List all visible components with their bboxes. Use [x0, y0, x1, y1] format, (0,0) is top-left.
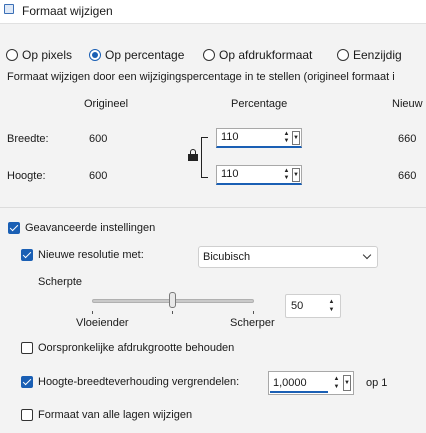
- radio-op-afdrukformaat[interactable]: Op afdrukformaat: [203, 48, 312, 62]
- checkbox-checked: [8, 222, 20, 234]
- radio-label: Op percentage: [105, 48, 185, 62]
- sharpness-slider-thumb[interactable]: [169, 292, 176, 308]
- ratio-link-bracket: [201, 137, 208, 178]
- radio-op-pixels[interactable]: Op pixels: [6, 48, 72, 62]
- radio-label: Op afdrukformaat: [219, 48, 313, 62]
- width-original-value: 600: [89, 133, 108, 145]
- sharpness-spinner[interactable]: 50 ▲ ▼: [285, 294, 341, 318]
- sharpness-label: Scherpte: [38, 276, 83, 288]
- lock-icon[interactable]: [188, 149, 198, 161]
- section-divider: [0, 207, 426, 208]
- radio-label: Eenzijdig: [353, 48, 402, 62]
- new-resolution-label: Nieuwe resolutie met:: [38, 249, 144, 261]
- width-new-value: 660: [398, 133, 417, 145]
- resize-all-layers-checkbox[interactable]: Formaat van alle lagen wijzigen: [21, 409, 192, 421]
- sharpness-value: 50: [291, 300, 304, 312]
- chevron-down-icon: [362, 250, 372, 260]
- radio-circle: [337, 49, 349, 61]
- checkbox-checked: [21, 376, 33, 388]
- spin-arrows-icon[interactable]: ▲ ▼: [327, 298, 336, 314]
- dropdown-arrow-icon[interactable]: ▼: [292, 131, 300, 145]
- resize-description: Formaat wijzigen door een wijzigingsperc…: [7, 71, 395, 83]
- height-percentage-value: 110: [221, 168, 239, 180]
- new-resolution-checkbox[interactable]: Nieuwe resolutie met:: [21, 249, 144, 261]
- radio-op-percentage[interactable]: Op percentage: [89, 48, 184, 62]
- spin-arrows-icon[interactable]: ▲ ▼: [282, 131, 291, 145]
- ratio-spinner[interactable]: 1,0000 ▲ ▼ ▼: [268, 371, 354, 395]
- width-percentage-spinner[interactable]: 110 ▲ ▼ ▼: [216, 128, 302, 148]
- resample-method-value: Bicubisch: [203, 251, 251, 263]
- width-label: Breedte:: [7, 133, 49, 145]
- window-title: Formaat wijzigen: [22, 4, 113, 18]
- sharpness-max-label: Scherper: [230, 317, 275, 329]
- keep-print-size-label: Oorspronkelijke afdrukgrootte behouden: [38, 342, 235, 354]
- resample-method-select[interactable]: Bicubisch: [198, 246, 378, 268]
- width-percentage-value: 110: [221, 131, 239, 143]
- checkbox-unchecked: [21, 342, 33, 354]
- lock-ratio-label: Hoogte-breedteverhouding vergrendelen:: [38, 376, 240, 388]
- radio-circle: [6, 49, 18, 61]
- radio-circle: [203, 49, 215, 61]
- sharpness-min-label: Vloeiender: [76, 317, 129, 329]
- column-header-original: Origineel: [84, 98, 129, 110]
- keep-print-size-checkbox[interactable]: Oorspronkelijke afdrukgrootte behouden: [21, 342, 234, 354]
- column-header-new: Nieuw: [392, 98, 423, 110]
- checkbox-unchecked: [21, 409, 33, 421]
- advanced-settings-checkbox[interactable]: Geavanceerde instellingen: [8, 222, 155, 234]
- spin-arrows-icon[interactable]: ▲ ▼: [282, 168, 291, 182]
- slider-tick: [253, 311, 254, 314]
- advanced-settings-label: Geavanceerde instellingen: [25, 222, 156, 234]
- radio-circle-selected: [89, 49, 101, 61]
- radio-label: Op pixels: [22, 48, 73, 62]
- ratio-suffix: op 1: [366, 377, 388, 389]
- spin-arrows-icon[interactable]: ▲ ▼: [332, 375, 341, 391]
- resize-all-layers-label: Formaat van alle lagen wijzigen: [38, 409, 193, 421]
- input-focus-underline: [270, 391, 328, 393]
- dropdown-arrow-icon[interactable]: ▼: [343, 375, 351, 391]
- height-percentage-spinner[interactable]: 110 ▲ ▼ ▼: [216, 165, 302, 185]
- height-label: Hoogte:: [7, 170, 46, 182]
- column-header-percentage: Percentage: [231, 98, 288, 110]
- slider-tick: [92, 311, 93, 314]
- height-original-value: 600: [89, 170, 108, 182]
- ratio-value: 1,0000: [273, 377, 307, 389]
- height-new-value: 660: [398, 170, 417, 182]
- app-icon: [4, 4, 14, 14]
- lock-ratio-checkbox[interactable]: Hoogte-breedteverhouding vergrendelen:: [21, 376, 239, 388]
- checkbox-checked: [21, 249, 33, 261]
- slider-tick: [172, 311, 173, 314]
- title-bar: Formaat wijzigen: [0, 0, 426, 24]
- radio-eenzijdig[interactable]: Eenzijdig: [337, 48, 402, 62]
- dropdown-arrow-icon[interactable]: ▼: [292, 168, 300, 182]
